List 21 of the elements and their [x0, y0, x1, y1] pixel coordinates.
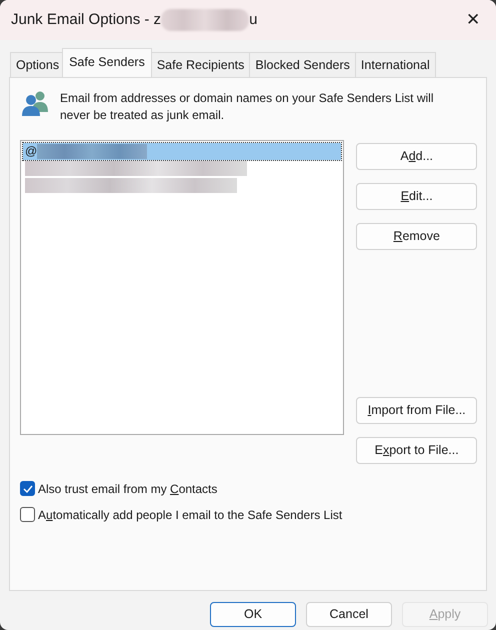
side-button[interactable]: Export to File... — [356, 436, 477, 464]
safe-senders-list[interactable]: @ — [20, 140, 344, 435]
side-button[interactable]: Import from File... — [356, 396, 477, 424]
people-icon — [20, 90, 50, 116]
dialog-button[interactable]: OK — [210, 602, 296, 627]
side-button[interactable]: Add... — [356, 142, 477, 170]
list-entry[interactable]: @ — [25, 143, 38, 160]
checkbox[interactable] — [20, 507, 35, 522]
checkbox[interactable] — [20, 481, 35, 496]
checkbox-label[interactable]: Automatically add people I email to the Safe Senders List — [38, 506, 342, 524]
window-title: Junk Email Options - z — [11, 10, 162, 28]
info-text: Email from addresses or domain names on your Safe Senders List will never be treated as junk email. — [60, 90, 434, 124]
side-button[interactable]: Edit... — [356, 182, 477, 210]
side-button[interactable]: Remove — [356, 222, 477, 250]
tab[interactable]: International — [354, 52, 436, 77]
checkbox-label[interactable]: Also trust email from my Contacts — [38, 480, 218, 498]
tab[interactable]: Safe Senders — [62, 48, 152, 77]
close-button[interactable]: ✕ — [450, 0, 496, 40]
checkmark-icon — [22, 484, 32, 493]
dialog-button[interactable]: Cancel — [306, 602, 392, 627]
window-title: u — [249, 10, 258, 28]
